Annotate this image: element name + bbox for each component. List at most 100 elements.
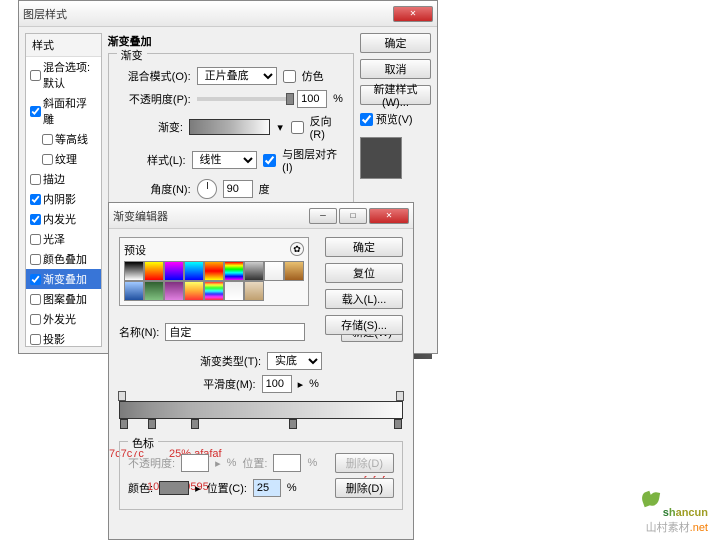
gradient-swatch[interactable] [224, 281, 244, 301]
gradient-swatch[interactable] [204, 281, 224, 301]
chevron-down-icon[interactable]: ▸ [195, 482, 201, 495]
chevron-down-icon[interactable]: ▾ [276, 121, 285, 134]
sidebar-item[interactable]: 光泽 [26, 229, 101, 249]
align-checkbox[interactable] [263, 154, 276, 167]
gradient-swatch[interactable] [124, 281, 144, 301]
dither-checkbox[interactable] [283, 70, 296, 83]
save-button[interactable]: 存储(S)... [325, 315, 403, 335]
angle-label: 角度(N): [119, 181, 191, 197]
gradient-swatch[interactable] [224, 261, 244, 281]
reverse-checkbox[interactable] [291, 121, 304, 134]
load-button[interactable]: 载入(L)... [325, 289, 403, 309]
color-stop[interactable] [289, 419, 297, 429]
angle-dial[interactable] [197, 179, 217, 199]
gradient-swatch[interactable] [164, 261, 184, 281]
type-select[interactable]: 实底 [267, 352, 322, 370]
name-input[interactable] [165, 323, 305, 341]
sidebar-item[interactable]: 外发光 [26, 309, 101, 329]
titlebar[interactable]: 渐变编辑器 ─ □ ✕ [109, 203, 413, 229]
ok-button[interactable]: 确定 [360, 33, 431, 53]
gradient-swatch[interactable] [184, 261, 204, 281]
dialog-title: 渐变编辑器 [113, 208, 309, 224]
style-checkbox[interactable] [30, 334, 41, 345]
style-checkbox[interactable] [30, 70, 41, 81]
delete-button: 删除(D) [335, 453, 394, 473]
gradient-label: 渐变: [119, 119, 183, 135]
gradient-swatch[interactable] [244, 281, 264, 301]
gradient-swatch[interactable] [144, 281, 164, 301]
preview-checkbox[interactable] [360, 113, 373, 126]
color-stop[interactable] [191, 419, 199, 429]
style-checkbox[interactable] [30, 294, 41, 305]
color-chip[interactable] [159, 481, 189, 495]
color-label: 颜色: [128, 480, 153, 496]
sidebar-item-label: 渐变叠加 [43, 271, 87, 287]
sidebar-item[interactable]: 投影 [26, 329, 101, 347]
sidebar-item[interactable]: 斜面和浮雕 [26, 93, 101, 129]
titlebar[interactable]: 图层样式 ✕ [19, 1, 437, 27]
style-select[interactable]: 线性 [192, 151, 258, 169]
gradient-swatch[interactable] [184, 281, 204, 301]
gear-icon[interactable]: ✿ [290, 242, 304, 256]
sidebar-item-label: 外发光 [43, 311, 76, 327]
delete-button[interactable]: 删除(D) [335, 478, 394, 498]
sidebar-item-label: 描边 [43, 171, 65, 187]
gradient-bar[interactable] [119, 401, 403, 419]
color-stop[interactable] [394, 419, 402, 429]
style-checkbox[interactable] [30, 194, 41, 205]
blend-select[interactable]: 正片叠底 [197, 67, 277, 85]
gradient-picker[interactable] [189, 119, 270, 135]
sidebar-item-label: 斜面和浮雕 [43, 95, 97, 127]
close-icon[interactable]: ✕ [393, 6, 433, 22]
smooth-input[interactable] [262, 375, 292, 393]
stops-legend: 色标 [128, 435, 158, 451]
style-checkbox[interactable] [30, 106, 41, 117]
gradient-swatch[interactable] [144, 261, 164, 281]
opacity-slider[interactable] [197, 97, 292, 101]
position-label: 位置(C): [207, 480, 247, 496]
maximize-icon[interactable]: □ [339, 208, 367, 224]
gradient-swatch[interactable] [124, 261, 144, 281]
sidebar-item[interactable]: 描边 [26, 169, 101, 189]
sidebar-item-label: 光泽 [43, 231, 65, 247]
color-stop[interactable] [120, 419, 128, 429]
sidebar-item[interactable]: 纹理 [26, 149, 101, 169]
style-checkbox[interactable] [42, 154, 53, 165]
ok-button[interactable]: 确定 [325, 237, 403, 257]
gradient-editor-dialog: 渐变编辑器 ─ □ ✕ 预设 ✿ 确定 复位 载入(L)... 存储(S)...… [108, 202, 414, 540]
sidebar-item[interactable]: 混合选项:默认 [26, 57, 101, 93]
opacity-stop[interactable] [118, 391, 126, 401]
new-style-button[interactable]: 新建样式(W)... [360, 85, 431, 105]
sidebar-item-label: 等高线 [55, 131, 88, 147]
style-checkbox[interactable] [30, 234, 41, 245]
opacity-input[interactable] [297, 90, 327, 108]
position-input[interactable] [253, 479, 281, 497]
style-checkbox[interactable] [30, 214, 41, 225]
sidebar-item[interactable]: 图案叠加 [26, 289, 101, 309]
gradient-swatch[interactable] [244, 261, 264, 281]
sidebar-item[interactable]: 内发光 [26, 209, 101, 229]
chevron-down-icon[interactable]: ▸ [298, 378, 304, 391]
gradient-swatch[interactable] [204, 261, 224, 281]
sidebar-item[interactable]: 颜色叠加 [26, 249, 101, 269]
sidebar-item[interactable]: 内阴影 [26, 189, 101, 209]
close-icon[interactable]: ✕ [369, 208, 409, 224]
reset-button[interactable]: 复位 [325, 263, 403, 283]
style-checkbox[interactable] [30, 274, 41, 285]
style-checkbox[interactable] [30, 254, 41, 265]
opacity-stop[interactable] [396, 391, 404, 401]
gradient-swatch[interactable] [284, 261, 304, 281]
minimize-icon[interactable]: ─ [309, 208, 337, 224]
sidebar-item-label: 内发光 [43, 211, 76, 227]
style-checkbox[interactable] [30, 314, 41, 325]
color-stop[interactable] [148, 419, 156, 429]
sidebar-item[interactable]: 渐变叠加 [26, 269, 101, 289]
style-checkbox[interactable] [42, 134, 53, 145]
cancel-button[interactable]: 取消 [360, 59, 431, 79]
style-checkbox[interactable] [30, 174, 41, 185]
sidebar-item[interactable]: 等高线 [26, 129, 101, 149]
gradient-swatch[interactable] [264, 261, 284, 281]
angle-input[interactable] [223, 180, 253, 198]
gradient-swatch[interactable] [164, 281, 184, 301]
style-label: 样式(L): [119, 152, 186, 168]
